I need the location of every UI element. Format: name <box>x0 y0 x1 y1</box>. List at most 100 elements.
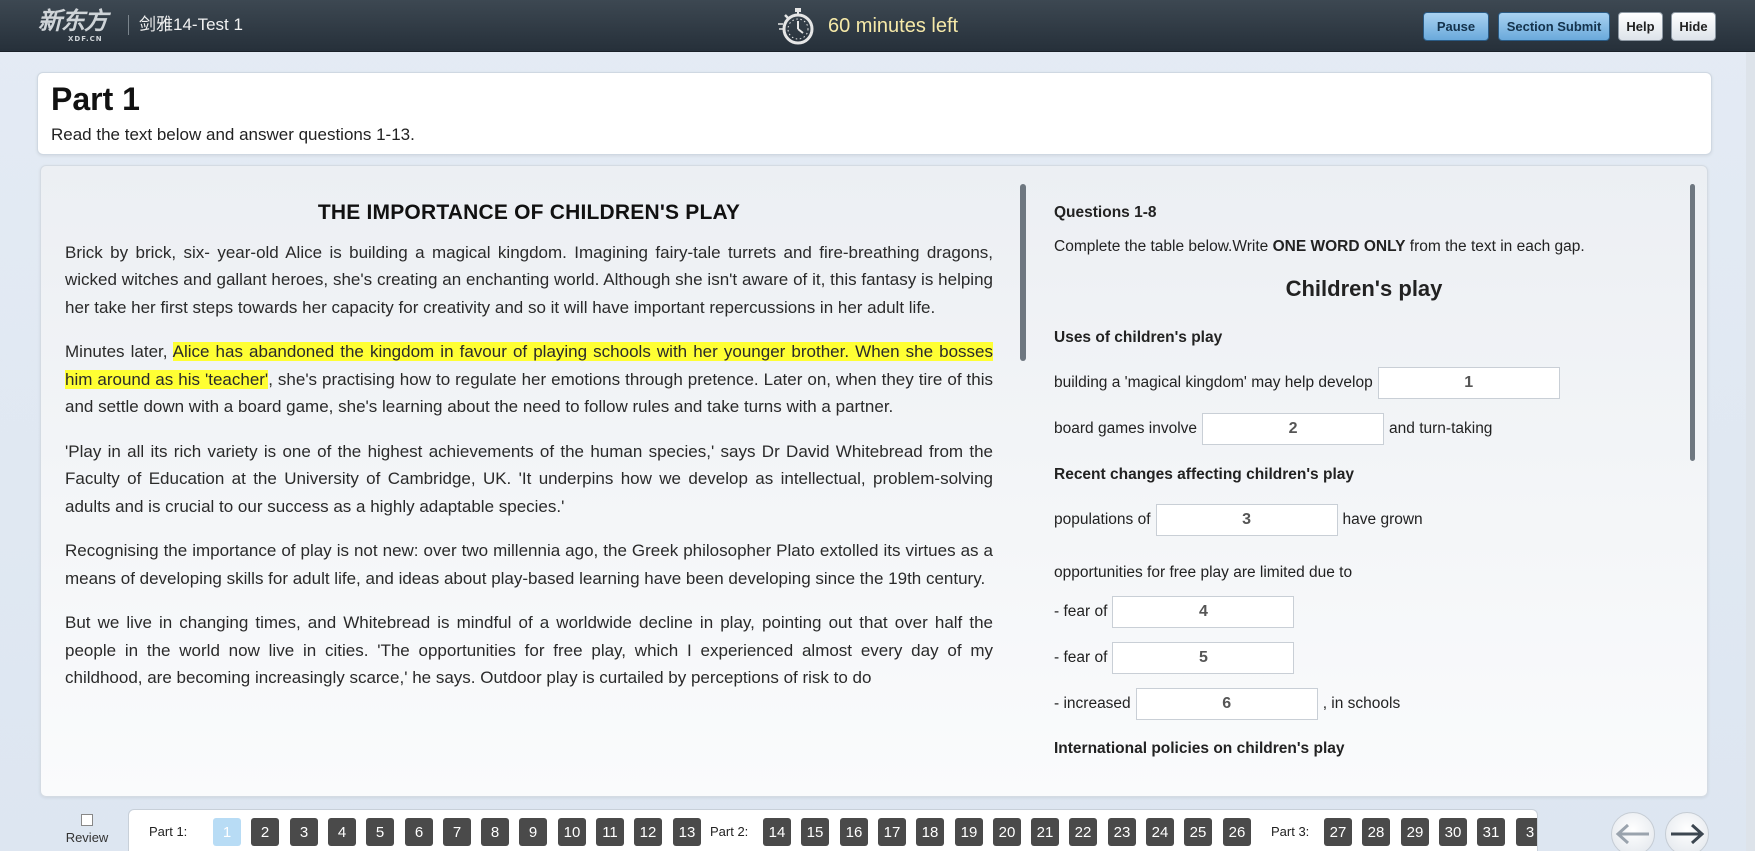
question-text: , in schools <box>1322 695 1401 712</box>
review-label: Review <box>65 830 109 845</box>
question-nav-button[interactable]: 5 <box>366 818 394 846</box>
answer-field-6[interactable]: 6 <box>1135 688 1318 720</box>
answer-field-3[interactable]: 3 <box>1155 504 1338 536</box>
question-nav-button[interactable]: 29 <box>1401 818 1429 846</box>
passage-paragraph: Recognising the importance of play is no… <box>65 541 993 588</box>
question-nav-button[interactable]: 3 <box>290 818 318 846</box>
question-row-2: board games involve 2 and turn-taking <box>1054 413 1492 445</box>
questions-heading: Questions 1-8 <box>1054 204 1157 221</box>
logo-text: 新东方 <box>38 6 108 35</box>
question-nav-button[interactable]: 12 <box>634 818 662 846</box>
question-nav-button[interactable]: 23 <box>1108 818 1136 846</box>
question-row-4: - fear of 4 <box>1054 596 1299 628</box>
passage-paragraph: Brick by brick, six- year-old Alice is b… <box>65 242 993 317</box>
part1-label: Part 1: <box>149 824 188 839</box>
question-nav-button[interactable]: 21 <box>1031 818 1059 846</box>
paragraph-text: Minutes later, <box>65 342 173 361</box>
part-title: Part 1 <box>51 81 140 117</box>
next-button[interactable] <box>1665 812 1709 851</box>
question-nav-button[interactable]: 7 <box>443 818 471 846</box>
passage-paragraph: But we live in changing times, and White… <box>65 613 993 687</box>
answer-field-4[interactable]: 4 <box>1112 596 1295 628</box>
answer-field-2[interactable]: 2 <box>1202 413 1385 445</box>
reading-passage[interactable]: THE IMPORTANCE OF CHILDREN'S PLAY Brick … <box>65 166 993 770</box>
part3-label: Part 3: <box>1271 824 1310 839</box>
logo-subtext: XDF.CN <box>68 35 103 43</box>
part-instruction: Read the text below and answer questions… <box>51 125 415 144</box>
review-checkbox[interactable] <box>81 814 93 826</box>
arrow-right-icon <box>1671 824 1705 844</box>
question-nav-button[interactable]: 26 <box>1223 818 1251 846</box>
question-row-5: - fear of 5 <box>1054 642 1299 674</box>
question-nav-button[interactable]: 15 <box>801 818 829 846</box>
timer: 60 minutes left <box>778 5 958 47</box>
question-text: board games involve <box>1054 420 1198 437</box>
question-nav-button[interactable]: 8 <box>481 818 509 846</box>
international-heading: International policies on children's pla… <box>1054 740 1345 757</box>
question-nav-button[interactable]: 13 <box>673 818 701 846</box>
review-toggle[interactable]: Review <box>62 812 112 845</box>
passage-scrollbar[interactable] <box>1020 184 1026 361</box>
question-nav-button[interactable]: 18 <box>916 818 944 846</box>
question-nav-button[interactable]: 25 <box>1184 818 1212 846</box>
timer-text: 60 minutes left <box>828 14 959 37</box>
question-nav-button[interactable]: 31 <box>1477 818 1505 846</box>
arrow-left-icon <box>1615 824 1649 844</box>
question-nav-button[interactable]: 10 <box>558 818 586 846</box>
uses-heading: Uses of children's play <box>1054 329 1223 346</box>
main-panel: THE IMPORTANCE OF CHILDREN'S PLAY Brick … <box>40 165 1708 797</box>
question-nav-button[interactable]: 14 <box>763 818 791 846</box>
questions-instruction: Complete the table below.Write ONE WORD … <box>1054 238 1585 256</box>
stopwatch-icon <box>778 8 814 45</box>
question-nav-button[interactable]: 11 <box>596 818 624 846</box>
question-nav-button[interactable]: 20 <box>993 818 1021 846</box>
question-row-1: building a 'magical kingdom' may help de… <box>1054 367 1565 399</box>
xdf-logo: 新东方 XDF.CN <box>38 6 114 44</box>
question-nav-button[interactable]: 30 <box>1439 818 1467 846</box>
test-title: 剑雅14-Test 1 <box>128 15 243 35</box>
question-text: populations of <box>1054 511 1151 528</box>
part2-label: Part 2: <box>710 824 749 839</box>
question-nav-button[interactable]: 6 <box>405 818 433 846</box>
top-bar: 新东方 XDF.CN 剑雅14-Test 1 60 minutes left P… <box>0 0 1755 52</box>
question-nav-button[interactable]: 28 <box>1362 818 1390 846</box>
question-text: - fear of <box>1054 603 1108 620</box>
hide-button[interactable]: Hide <box>1671 12 1716 41</box>
question-nav-button[interactable]: 16 <box>840 818 868 846</box>
question-nav-button[interactable]: 27 <box>1324 818 1352 846</box>
question-row-3: populations of 3 have grown <box>1054 504 1423 536</box>
question-nav-button[interactable]: 24 <box>1146 818 1174 846</box>
table-title: Children's play <box>1285 276 1443 301</box>
answer-field-5[interactable]: 5 <box>1112 642 1295 674</box>
question-nav-button[interactable]: 22 <box>1069 818 1097 846</box>
questions-pane[interactable]: Questions 1-8 Complete the table below.W… <box>1054 166 1674 770</box>
question-nav-button[interactable]: 4 <box>328 818 356 846</box>
pause-button[interactable]: Pause <box>1423 12 1489 41</box>
window-scrollbar[interactable] <box>1746 52 1755 851</box>
question-text: and turn-taking <box>1389 420 1493 437</box>
help-button[interactable]: Help <box>1618 12 1663 41</box>
question-nav-button[interactable]: 19 <box>955 818 983 846</box>
instruction-bold: ONE WORD ONLY <box>1272 238 1406 255</box>
prev-button[interactable] <box>1611 812 1655 851</box>
answer-field-1[interactable]: 1 <box>1377 367 1560 399</box>
question-text: building a 'magical kingdom' may help de… <box>1054 374 1373 391</box>
limited-text-row: opportunities for free play are limited … <box>1054 557 1352 589</box>
question-nav-button[interactable]: 2 <box>251 818 279 846</box>
question-nav-button[interactable]: 17 <box>878 818 906 846</box>
changes-heading: Recent changes affecting children's play <box>1054 466 1354 483</box>
questions-scrollbar[interactable] <box>1690 184 1695 461</box>
passage-title: THE IMPORTANCE OF CHILDREN'S PLAY <box>317 201 741 224</box>
section-submit-button[interactable]: Section Submit <box>1498 12 1610 41</box>
question-text: have grown <box>1342 511 1423 528</box>
question-text: - increased <box>1054 695 1131 712</box>
passage-paragraph: Minutes later, Alice has abandoned the k… <box>65 338 993 421</box>
question-nav-button[interactable]: 3 <box>1516 818 1537 846</box>
question-nav-button[interactable]: 9 <box>519 818 547 846</box>
question-navigator: Part 1: Part 2: Part 3: 1 2 3 4 5 6 7 8 9 10 11 12 1… <box>128 809 1538 851</box>
question-nav-button[interactable]: 1 <box>213 818 241 846</box>
question-text: - fear of <box>1054 649 1108 666</box>
instruction-text: from the text in each gap. <box>1405 238 1585 255</box>
instruction-text: Complete the table below.Write <box>1054 238 1273 255</box>
passage-paragraph: 'Play in all its rich variety is one of … <box>65 441 993 516</box>
